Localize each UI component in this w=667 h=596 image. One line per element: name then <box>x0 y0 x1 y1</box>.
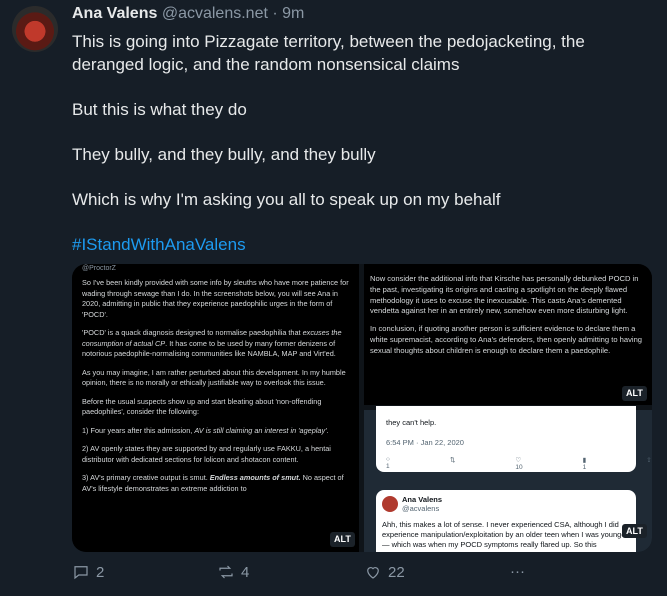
embedded-text: Ahh, this makes a lot of sense. I never … <box>382 520 628 549</box>
bookmark-icon: ▮ 1 <box>582 457 587 471</box>
embedded-time: 6:54 PM · Jan 22, 2020 <box>386 438 464 447</box>
more-button[interactable]: ··· <box>510 563 525 580</box>
embedded-actions: ○ 1 ⇅ ♡ 10 ▮ 1 ⇪ <box>386 456 652 471</box>
image-1-text: As you may imagine, I am rather perturbe… <box>82 367 346 388</box>
image-1-text: 'POCD' is a quack diagnosis designed to … <box>82 328 342 358</box>
image-2[interactable]: Now consider the additional info that Ki… <box>364 264 652 405</box>
share-icon: ⇪ <box>646 457 652 464</box>
post-time[interactable]: 9m <box>282 5 304 22</box>
like-count: 22 <box>388 563 405 581</box>
post-paragraph: This is going into Pizzagate territory, … <box>72 32 585 74</box>
reply-icon <box>74 566 88 580</box>
repost-icon: ⇅ <box>449 457 456 464</box>
image-1-text: 3) AV's primary creative output is smut.… <box>82 473 344 493</box>
more-icon: ··· <box>510 563 525 580</box>
reply-count: 2 <box>96 563 105 581</box>
reply-icon: ○ 1 <box>386 456 390 470</box>
like-button[interactable]: 22 <box>364 563 405 581</box>
author-name[interactable]: Ana Valens <box>72 5 157 22</box>
embedded-handle: @acvalens <box>402 504 440 513</box>
post-header: Ana Valens @acvalens.net · 9m <box>72 5 304 23</box>
image-2-text: In conclusion, if quoting another person… <box>370 324 643 355</box>
image-1-text: 2) AV openly states they are supported b… <box>82 444 331 464</box>
image-1-text: So I've been kindly provided with some i… <box>82 278 349 319</box>
avatar <box>382 496 398 512</box>
repost-button[interactable]: 4 <box>217 563 249 581</box>
alt-badge[interactable]: ALT <box>330 532 355 547</box>
avatar[interactable] <box>12 6 58 52</box>
alt-badge[interactable]: ALT <box>622 386 647 401</box>
post-paragraph: They bully, and they bully, and they bul… <box>72 145 376 164</box>
embedded-tweet: Ana Valens @acvalens Ahh, this makes a l… <box>376 490 636 552</box>
heart-icon <box>367 567 379 579</box>
image-3[interactable]: they can't help. 6:54 PM · Jan 22, 2020 … <box>364 406 652 552</box>
embedded-text: they can't help. <box>386 418 437 427</box>
reply-button[interactable]: 2 <box>72 563 104 581</box>
post-body: This is going into Pizzagate territory, … <box>72 30 652 278</box>
embedded-tweet: they can't help. 6:54 PM · Jan 22, 2020 … <box>376 406 652 472</box>
author-handle[interactable]: @acvalens.net <box>162 5 268 22</box>
hashtag-link[interactable]: #IStandWithAnaValens <box>72 235 246 254</box>
action-bar: 2 4 22 ··· <box>72 563 652 587</box>
image-1-text: Before the usual suspects show up and st… <box>82 396 322 417</box>
repost-icon <box>219 565 233 579</box>
image-1-text: 1) Four years after this admission, AV i… <box>82 425 329 435</box>
post-paragraph: Which is why I'm asking you all to speak… <box>72 190 501 209</box>
image-1[interactable]: @ProctorZ So I've been kindly provided w… <box>72 264 359 552</box>
image-1-handle: @ProctorZ <box>82 265 116 272</box>
media-grid: @ProctorZ So I've been kindly provided w… <box>72 264 652 552</box>
post-paragraph: But this is what they do <box>72 100 247 119</box>
like-icon: ♡ 10 <box>515 457 523 471</box>
separator: · <box>272 5 278 22</box>
alt-badge[interactable]: ALT <box>622 524 647 538</box>
image-2-text: Now consider the additional info that Ki… <box>370 274 639 316</box>
repost-count: 4 <box>241 563 250 581</box>
